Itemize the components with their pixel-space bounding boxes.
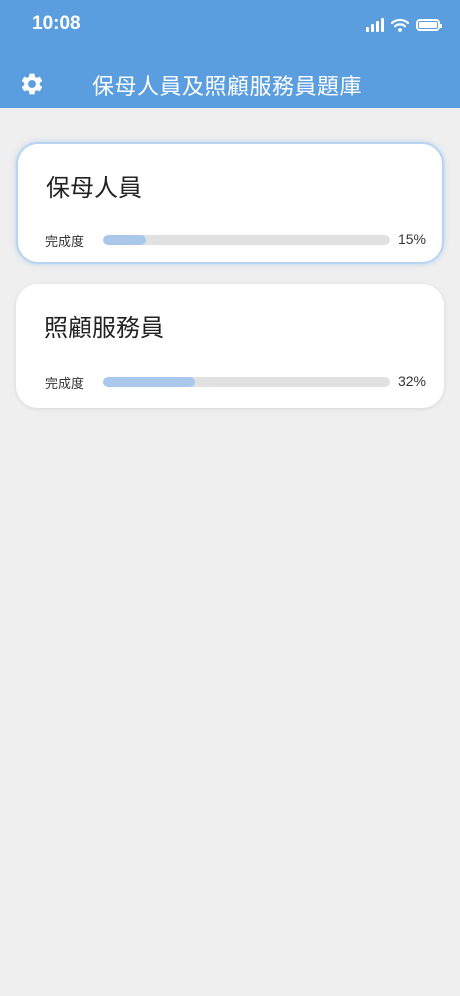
progress-bar: [103, 235, 390, 245]
status-bar: 10:08: [0, 0, 460, 50]
card-title: 照顧服務員: [44, 314, 164, 342]
settings-button[interactable]: [18, 70, 46, 98]
category-card-care-attendant[interactable]: 照顧服務員 完成度 32%: [16, 284, 444, 408]
header: 10:08 保母人員及照顧服務員題庫: [0, 0, 460, 108]
status-time: 10:08: [32, 13, 81, 34]
battery-icon: [416, 19, 442, 31]
category-card-babysitter[interactable]: 保母人員 完成度 15%: [16, 142, 444, 264]
progress-percent: 15%: [397, 231, 426, 247]
status-icons: [366, 16, 442, 34]
signal-icon: [366, 18, 384, 32]
progress-fill: [103, 235, 147, 245]
progress-fill: [103, 377, 195, 387]
progress-label: 完成度: [45, 377, 85, 392]
progress-bar: [103, 377, 390, 387]
card-title: 保母人員: [46, 174, 142, 202]
progress-percent: 32%: [397, 373, 426, 389]
gear-icon: [21, 73, 43, 95]
wifi-icon: [391, 18, 409, 32]
progress-label: 完成度: [45, 235, 85, 250]
battery-fill: [419, 22, 437, 28]
page-title: 保母人員及照顧服務員題庫: [92, 75, 363, 100]
nav-bar: 保母人員及照顧服務員題庫: [0, 60, 460, 108]
